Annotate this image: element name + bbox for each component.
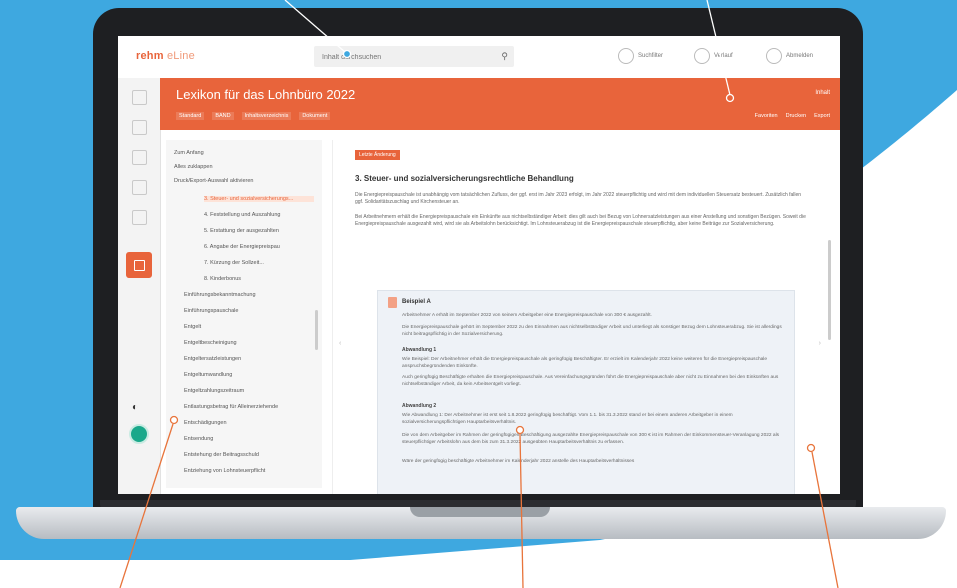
- topnav-filter-label: Suchfilter: [638, 53, 664, 59]
- document-header: Lexikon für das Lohnbüro 2022 Inhalt Sta…: [160, 78, 840, 130]
- example-text: Arbeitnehmer A erhält im September 2022 …: [402, 313, 652, 318]
- topnav-history-label: Verlauf: [714, 53, 733, 59]
- toc-item[interactable]: Entgeltzahlungszeitraum: [184, 388, 244, 394]
- home-icon[interactable]: [132, 120, 147, 135]
- toc-item[interactable]: Druck/Export-Auswahl aktivieren: [174, 178, 253, 184]
- logo-line: eLine: [166, 50, 195, 62]
- toc-item[interactable]: Entgeltumwandlung: [184, 372, 232, 378]
- favorites-action[interactable]: Favoriten: [755, 113, 778, 119]
- toolbar-item[interactable]: BAND: [212, 112, 234, 120]
- search-input[interactable]: [314, 47, 500, 68]
- print-action[interactable]: Drucken: [786, 113, 806, 119]
- topnav-logout[interactable]: Abmelden: [766, 48, 813, 64]
- app-logo[interactable]: rehm eLine: [136, 50, 195, 62]
- variant-heading: Abwandlung 2: [402, 403, 437, 409]
- toc-item[interactable]: Alles zuklappen: [174, 164, 213, 170]
- change-badge: Letzte Änderung: [355, 150, 400, 160]
- toolbar-item[interactable]: Standard: [176, 112, 205, 120]
- toc-scrollbar[interactable]: [315, 310, 318, 350]
- toc-item[interactable]: Einführungspauschale: [184, 308, 238, 314]
- prev-arrow-icon[interactable]: ‹: [339, 340, 341, 347]
- toc-item[interactable]: Zum Anfang: [174, 150, 204, 156]
- toc-item[interactable]: Entgeltersatzleistungen: [184, 356, 241, 362]
- document-content: Letzte Änderung 3. Steuer- und sozialver…: [332, 140, 833, 494]
- topnav-logout-label: Abmelden: [786, 53, 814, 59]
- document-title: Lexikon für das Lohnbüro 2022: [176, 87, 356, 102]
- next-arrow-icon[interactable]: ›: [819, 340, 821, 347]
- document-toolbar: Standard BAND Inhaltsverzeichnis Dokumen…: [176, 112, 331, 120]
- cart-icon[interactable]: [132, 180, 147, 195]
- example-text: Die Energiepreispauschale gehört im Sept…: [402, 325, 782, 337]
- history-icon: [694, 48, 710, 64]
- toc-item[interactable]: Entziehung von Lohnsteuerpflicht: [184, 468, 265, 474]
- toc-item[interactable]: Entgelt: [184, 324, 201, 330]
- topnav-filter[interactable]: Suchfilter: [618, 48, 663, 64]
- share-icon[interactable]: [132, 210, 147, 225]
- toc-item[interactable]: 6. Angabe der Energiepreispau: [204, 244, 280, 250]
- top-bar: rehm eLine ⚲ Suchfilter Verlauf Abmelden: [118, 36, 840, 79]
- variant-heading: Abwandlung 1: [402, 347, 437, 353]
- toc-item[interactable]: 5. Erstattung der ausgezahlten: [204, 228, 279, 234]
- toolbar-item[interactable]: Dokument: [299, 112, 331, 120]
- example-text: Wie Beispiel: Der Arbeitnehmer erhält di…: [402, 357, 768, 369]
- paragraph: Bei Arbeitnehmern erhält die Energieprei…: [355, 214, 806, 227]
- example-text: Auch geringfügig Beschäftigte erhalten d…: [402, 375, 779, 387]
- toolbar-item[interactable]: Inhaltsverzeichnis: [241, 112, 292, 120]
- example-icon: [388, 297, 397, 308]
- search-icon[interactable]: ⚲: [501, 51, 508, 62]
- example-text: Die von dem Arbeitgeber im Rahmen der ge…: [402, 433, 780, 445]
- topnav-history[interactable]: Verlauf: [694, 48, 733, 64]
- example-text: Wäre der geringfügig beschäftigte Arbeit…: [402, 459, 635, 464]
- toc-item[interactable]: Entgeltbescheinigung: [184, 340, 237, 346]
- toc-item[interactable]: Entlastungsbetrag für Alleinerziehende: [184, 404, 278, 410]
- document-icon[interactable]: [132, 90, 147, 105]
- search-rail-icon[interactable]: [132, 150, 147, 165]
- toc-item[interactable]: 7. Kürzung der Sollzeit...: [204, 260, 264, 266]
- search-box: ⚲: [314, 46, 514, 68]
- export-action[interactable]: Export: [814, 113, 830, 119]
- toc-item-active[interactable]: 3. Steuer- und sozialversicherungs...: [204, 196, 314, 202]
- example-text: Wie Abwandlung 1: Der Arbeitnehmer ist e…: [402, 413, 733, 425]
- section-heading: 3. Steuer- und sozialversicherungsrechtl…: [355, 174, 574, 183]
- table-of-contents: Zum Anfang Alles zuklappen Druck/Export-…: [166, 140, 322, 488]
- toc-item[interactable]: 8. Kinderbonus: [204, 276, 241, 282]
- toc-item[interactable]: Entstehung der Beitragsschuld: [184, 452, 259, 458]
- toc-item[interactable]: Entsendung: [184, 436, 213, 442]
- laptop-notch: [410, 507, 550, 517]
- logo-main: rehm: [136, 50, 164, 62]
- toc-item[interactable]: 4. Feststellung und Auszahlung: [204, 212, 280, 218]
- filter-icon: [618, 48, 634, 64]
- document-actions: Favoriten Drucken Export: [755, 113, 830, 119]
- example-title: Beispiel A: [402, 299, 431, 305]
- toc-item[interactable]: Entschädigungen: [184, 420, 227, 426]
- contrast-icon[interactable]: ◐: [132, 402, 138, 413]
- toc-active-icon[interactable]: [126, 252, 152, 278]
- accessibility-icon[interactable]: [129, 424, 149, 444]
- logout-icon: [766, 48, 782, 64]
- content-scrollbar[interactable]: [828, 240, 831, 340]
- header-content-link[interactable]: Inhalt: [815, 90, 830, 96]
- example-box: Beispiel A Arbeitnehmer A erhält im Sept…: [377, 290, 795, 494]
- paragraph: Die Energiepreispauschale ist unabhängig…: [355, 192, 802, 205]
- toc-item[interactable]: Einführungsbekanntmachung: [184, 292, 256, 298]
- icon-rail: ◐: [118, 78, 161, 494]
- app-screen: rehm eLine ⚲ Suchfilter Verlauf Abmelden…: [118, 36, 840, 494]
